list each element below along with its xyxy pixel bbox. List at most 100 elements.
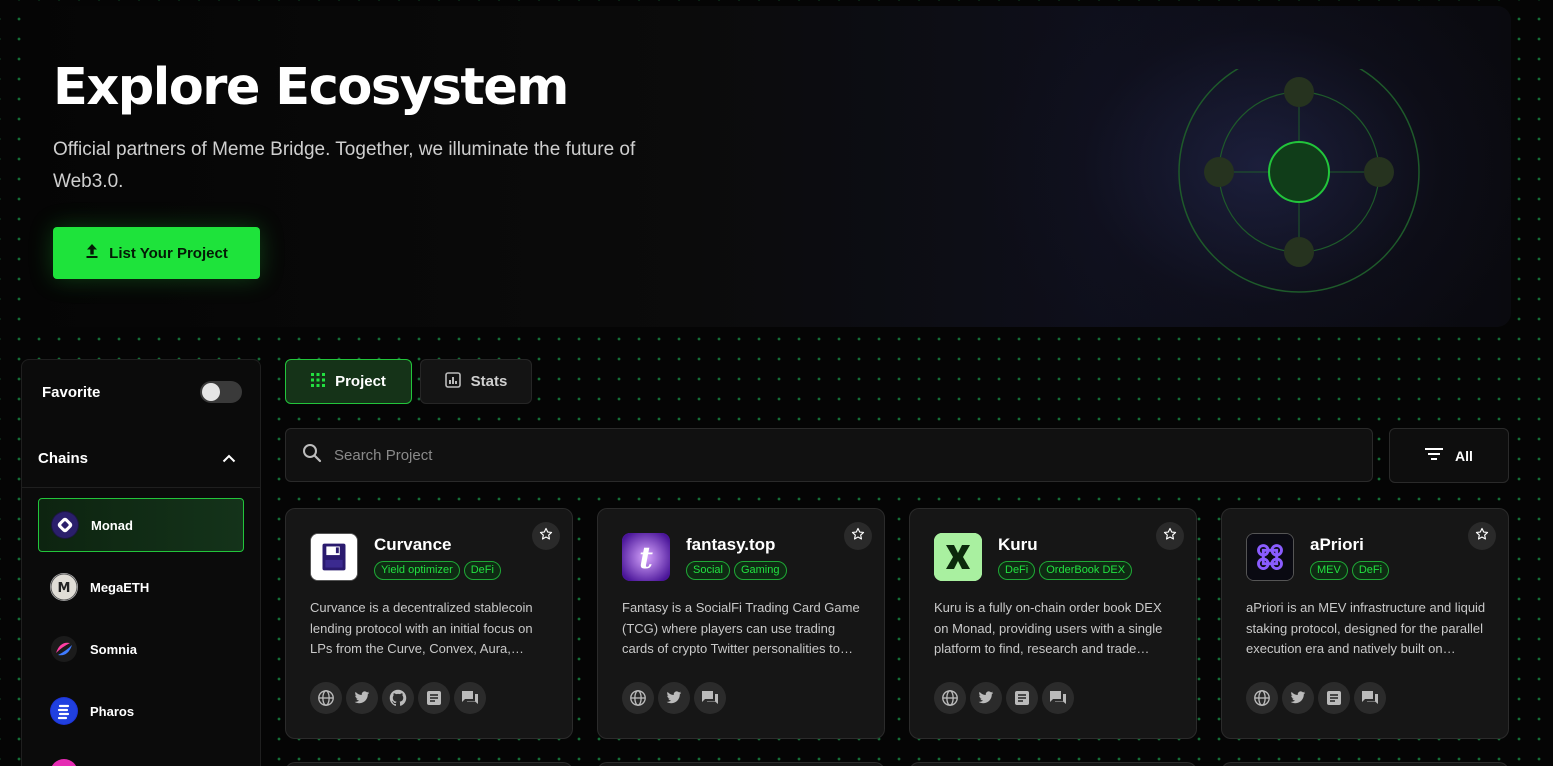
project-card-partial[interactable] bbox=[285, 762, 573, 766]
pharos-icon bbox=[50, 697, 78, 725]
project-card-fantasy-top[interactable]: t fantasy.top Social Gaming Fantasy is a… bbox=[597, 508, 885, 739]
favorite-star-button[interactable] bbox=[1156, 522, 1184, 550]
chain-label: Pharos bbox=[90, 703, 135, 719]
favorite-star-button[interactable] bbox=[1468, 522, 1496, 550]
svg-text:M: M bbox=[58, 581, 71, 596]
twitter-icon[interactable] bbox=[1282, 682, 1314, 714]
project-card-partial[interactable] bbox=[597, 762, 885, 766]
favorite-star-button[interactable] bbox=[532, 522, 560, 550]
tag[interactable]: Yield optimizer bbox=[374, 561, 460, 580]
card-description: Kuru is a fully on-chain order book DEX … bbox=[934, 600, 1163, 656]
docs-icon[interactable] bbox=[418, 682, 450, 714]
tag[interactable]: OrderBook DEX bbox=[1039, 561, 1133, 580]
apriori-logo bbox=[1246, 533, 1294, 581]
star-icon bbox=[539, 527, 553, 546]
filter-button[interactable]: All bbox=[1389, 428, 1509, 483]
card-tags: Yield optimizer DeFi bbox=[374, 561, 501, 580]
favorite-label: Favorite bbox=[42, 383, 101, 401]
tag[interactable]: DeFi bbox=[1351, 561, 1390, 580]
project-card-apriori[interactable]: aPriori MEV DeFi aPriori is an MEV infra… bbox=[1221, 508, 1509, 739]
hero-banner: Explore Ecosystem Official partners of M… bbox=[21, 6, 1511, 327]
chat-icon[interactable] bbox=[1042, 682, 1074, 714]
card-tags: DeFi OrderBook DEX bbox=[998, 561, 1133, 580]
svg-text:t: t bbox=[639, 541, 653, 576]
fantasy-top-logo: t bbox=[622, 533, 670, 581]
list-your-project-button[interactable]: List Your Project bbox=[53, 227, 260, 279]
favorite-row: Favorite bbox=[42, 380, 242, 404]
search-icon bbox=[302, 443, 322, 468]
sidebar-item-megaeth[interactable]: M MegaETH bbox=[38, 560, 244, 614]
chains-header[interactable]: Chains bbox=[22, 430, 260, 488]
chains-label: Chains bbox=[38, 450, 89, 467]
favorite-star-button[interactable] bbox=[844, 522, 872, 550]
star-icon bbox=[1475, 527, 1489, 546]
globe-icon[interactable] bbox=[310, 682, 342, 714]
filter-label: All bbox=[1455, 447, 1473, 464]
card-title: Kuru bbox=[998, 535, 1038, 554]
card-tags: Social Gaming bbox=[686, 561, 787, 580]
upload-icon bbox=[85, 243, 99, 263]
chain-label: MegaETH bbox=[90, 579, 150, 595]
search-bar bbox=[285, 428, 1373, 482]
somnia-icon bbox=[50, 635, 78, 663]
sidebar: Favorite Chains Monad M MegaETH Somnia P… bbox=[21, 359, 261, 766]
toggle-knob bbox=[202, 383, 220, 401]
chain-label: Monad bbox=[91, 517, 133, 533]
monad-icon bbox=[51, 511, 79, 539]
tag[interactable]: Gaming bbox=[733, 561, 787, 580]
tag[interactable]: MEV bbox=[1310, 561, 1348, 580]
card-title: Curvance bbox=[374, 535, 452, 554]
star-icon bbox=[1163, 527, 1177, 546]
github-icon[interactable] bbox=[382, 682, 414, 714]
card-description: Curvance is a decentralized stablecoin l… bbox=[310, 600, 533, 656]
sidebar-item-monad[interactable]: Monad bbox=[38, 498, 244, 552]
globe-icon[interactable] bbox=[934, 682, 966, 714]
tab-stats[interactable]: Stats bbox=[420, 359, 532, 404]
tab-project-label: Project bbox=[335, 373, 386, 390]
card-links bbox=[1246, 682, 1386, 714]
grid-icon bbox=[311, 372, 326, 391]
list-your-project-label: List Your Project bbox=[109, 244, 228, 262]
megaeth-icon: M bbox=[50, 573, 78, 601]
curvance-logo bbox=[310, 533, 358, 581]
chevron-up-icon bbox=[222, 450, 236, 468]
chat-icon[interactable] bbox=[454, 682, 486, 714]
search-input[interactable] bbox=[334, 446, 1234, 464]
sidebar-item-pharos[interactable]: Pharos bbox=[38, 684, 244, 738]
chat-icon[interactable] bbox=[694, 682, 726, 714]
card-title: fantasy.top bbox=[686, 535, 776, 554]
globe-icon[interactable] bbox=[622, 682, 654, 714]
card-links bbox=[310, 682, 486, 714]
sidebar-item-somnia[interactable]: Somnia bbox=[38, 622, 244, 676]
chain-icon bbox=[50, 759, 78, 766]
tag[interactable]: DeFi bbox=[998, 561, 1036, 580]
tab-project[interactable]: Project bbox=[285, 359, 412, 404]
chain-label: Somnia bbox=[90, 641, 137, 657]
card-links bbox=[934, 682, 1074, 714]
tag[interactable]: DeFi bbox=[463, 561, 501, 580]
docs-icon[interactable] bbox=[1006, 682, 1038, 714]
tab-stats-label: Stats bbox=[470, 373, 508, 390]
sidebar-item-next[interactable] bbox=[38, 746, 244, 766]
project-card-kuru[interactable]: Kuru DeFi OrderBook DEX Kuru is a fully … bbox=[909, 508, 1197, 739]
kuru-logo bbox=[934, 533, 982, 581]
chat-icon[interactable] bbox=[1354, 682, 1386, 714]
twitter-icon[interactable] bbox=[970, 682, 1002, 714]
card-title: aPriori bbox=[1310, 535, 1364, 554]
hero-subtitle: Official partners of Meme Bridge. Togeth… bbox=[53, 139, 636, 192]
favorite-toggle[interactable] bbox=[200, 381, 242, 403]
twitter-icon[interactable] bbox=[658, 682, 690, 714]
project-card-partial[interactable] bbox=[1221, 762, 1509, 766]
twitter-icon[interactable] bbox=[346, 682, 378, 714]
globe-icon[interactable] bbox=[1246, 682, 1278, 714]
project-card-curvance[interactable]: Curvance Yield optimizer DeFi Curvance i… bbox=[285, 508, 573, 739]
filter-icon bbox=[1425, 447, 1444, 464]
project-card-partial[interactable] bbox=[909, 762, 1197, 766]
tag[interactable]: Social bbox=[686, 561, 730, 580]
star-icon bbox=[851, 527, 865, 546]
orbit-graphic bbox=[1178, 69, 1420, 293]
card-tags: MEV DeFi bbox=[1310, 561, 1390, 580]
page-title: Explore Ecosystem bbox=[53, 58, 569, 117]
card-links bbox=[622, 682, 726, 714]
docs-icon[interactable] bbox=[1318, 682, 1350, 714]
